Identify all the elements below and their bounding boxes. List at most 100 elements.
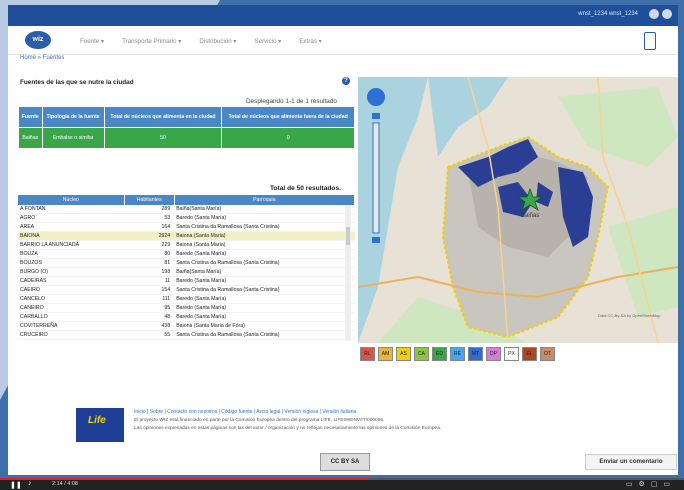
player-controls[interactable]: ▭⚙▢▭ (626, 480, 676, 488)
cell: 111 (124, 294, 175, 304)
username[interactable]: wnst_1234 wnst_1234 (578, 11, 638, 17)
cell: Baiña(Santa María) (174, 267, 355, 277)
table-row[interactable]: CARBALLO 48 Baredo (Santa María) (18, 312, 355, 322)
menu-transporte-primario[interactable]: Transporte Primario ▾ (122, 38, 181, 45)
map-view[interactable]: Baiñas Data CC-By-SA by OpenStreetMap (358, 77, 678, 343)
settings-icon[interactable] (662, 9, 672, 19)
cell: CARBALLO (18, 312, 125, 322)
footer-links[interactable]: Inicio | Sobre | Contacto con nosotros |… (134, 409, 356, 415)
progress-fill[interactable] (0, 478, 370, 480)
legend-button[interactable]: PX (504, 347, 519, 361)
cell: Santa Cristina da Ramallosa (Santa Crist… (174, 330, 355, 340)
legend-buttons: RL AM AS CA ED RE MT DP PX EL OT (360, 347, 555, 361)
mobile-icon[interactable] (644, 32, 656, 50)
table-row[interactable]: AREA 164 Santa Cristina da Ramallosa (Sant… (18, 222, 355, 232)
breadcrumb[interactable]: Home » Fuentes (20, 55, 64, 61)
legend-button[interactable]: MT (468, 347, 483, 361)
table-row[interactable]: BARRIO LA ANUNCIADA 229 Baiona (Santa Marí… (18, 240, 355, 250)
cell: Baredo (Santa María) (174, 312, 355, 322)
results-count: Desplegando 1-1 de 1 resultado (246, 98, 337, 105)
legend-button[interactable]: AS (396, 347, 411, 361)
page-title: Fuentes de las que se nutre la ciudad (20, 79, 134, 86)
table-row[interactable]: BURGO (O) 198 Baiña(Santa María) (18, 267, 355, 277)
legend-button[interactable]: EL (522, 347, 537, 361)
volume-icon[interactable]: ♪ (28, 480, 32, 487)
table-row[interactable]: COVITERREÑA 438 Baiona (Santa María de Fór… (18, 321, 355, 331)
cell: 53 (124, 213, 175, 223)
table-row[interactable]: Baiñas Embalse o similar 50 0 (18, 127, 355, 149)
time-display: 2:14 / 4:08 (52, 481, 78, 487)
cell: 95 (124, 303, 175, 313)
cell: CRUCEIRO (18, 339, 125, 341)
cell: AGRO (18, 213, 125, 223)
nucleos-table: Núcleo Habitantes Parroquia A FONTAN 289 B… (18, 195, 355, 341)
menu-distribucion[interactable]: Distribución ▾ (199, 38, 236, 45)
cell: 0 (221, 127, 355, 149)
footer: Life Inicio | Sobre | Contacto con nosot… (8, 401, 678, 475)
column-header[interactable]: Fuente (18, 106, 43, 128)
menu-servicio[interactable]: Servicio ▾ (255, 38, 282, 45)
cell: 48 (124, 312, 175, 322)
total-results: Total de 50 resultados. (270, 185, 341, 192)
table-row[interactable]: CADEIRAS 11 Baredo (Santa María) (18, 276, 355, 286)
table-row[interactable]: BOUZA 80 Baredo (Santa María) (18, 249, 355, 259)
menu-fuente[interactable]: Fuente ▾ (80, 38, 104, 45)
legend-button[interactable]: CA (414, 347, 429, 361)
cell: CRUCEIRO (18, 330, 125, 340)
table-row[interactable]: BAIONA 2924 Baiona (Santa María) (18, 231, 355, 241)
cell: Santa Cristina da Ramallosa (Santa Crist… (174, 222, 355, 232)
legend-button[interactable]: AM (378, 347, 393, 361)
legend-button[interactable]: RE (450, 347, 465, 361)
table-row[interactable]: AGRO 53 Baredo (Santa María) (18, 213, 355, 223)
cell: COVITERREÑA (18, 321, 125, 331)
cell: 164 (124, 222, 175, 232)
zoom-out-button[interactable] (372, 237, 380, 243)
pause-icon[interactable]: ❚❚ (10, 481, 22, 489)
pan-control[interactable] (367, 88, 385, 106)
cell: 229 (124, 240, 175, 250)
help-icon[interactable]: ? (342, 77, 350, 85)
cell: Baiona (Santa María) (174, 240, 355, 250)
wiz-logo[interactable]: wiz (25, 31, 51, 49)
legend-button[interactable]: ED (432, 347, 447, 361)
column-header[interactable]: Total de núcleos que alimenta en la ciud… (103, 106, 223, 128)
column-header[interactable]: Tipología de la fuente (41, 106, 105, 128)
send-comment-button[interactable]: Enviar un comentario (585, 454, 677, 470)
cc-license-badge[interactable]: CC BY SA (320, 453, 370, 471)
account-icon[interactable] (649, 9, 659, 19)
table-row[interactable]: BOUZOS 81 Santa Cristina da Ramallosa (San… (18, 258, 355, 268)
legend-button[interactable]: RL (360, 347, 375, 361)
legend-button[interactable]: DP (486, 347, 501, 361)
life-logo: Life (88, 415, 106, 426)
sources-table: Fuente Tipología de la fuente Total de n… (18, 106, 355, 149)
cell: 438 (124, 321, 175, 331)
table-row[interactable]: CRUCEIRO 55 Santa Cristina da Ramallosa (S… (18, 330, 355, 340)
map-attribution[interactable]: Data CC-By-SA by OpenStreetMap (598, 313, 661, 318)
column-header[interactable]: Núcleo (18, 195, 125, 205)
cell: 55 (124, 330, 175, 340)
cell: BARRIO LA ANUNCIADA (18, 240, 125, 250)
footer-disclaimer: Las opiniones expresadas en estas página… (134, 426, 442, 431)
table-row[interactable]: CANCELO 111 Baredo (Santa María) (18, 294, 355, 304)
table-scrollbar[interactable] (345, 205, 351, 341)
cell: 80 (124, 249, 175, 259)
table-row[interactable]: CAEIRO 154 Santa Cristina da Ramallosa (Sa… (18, 285, 355, 295)
cell: Baredo (Santa María) (174, 294, 355, 304)
scrollbar-thumb[interactable] (346, 227, 350, 245)
cell: Baiña(Santa María) (174, 339, 355, 341)
column-header[interactable]: Parroquia (174, 195, 355, 205)
column-header[interactable]: Habitantes (124, 195, 175, 205)
table-row[interactable]: A FONTAN 289 Baiña(Santa María) (18, 205, 355, 214)
table-row[interactable]: CANEIRO 95 Baredo (Santa María) (18, 303, 355, 313)
legend-button[interactable]: OT (540, 347, 555, 361)
cell: 50 (103, 127, 223, 149)
cell: BURGO (O) (18, 267, 125, 277)
table-row[interactable]: CRUCEIRO158Baiña(Santa María) (18, 339, 355, 341)
menu-extras[interactable]: Extras ▾ (299, 38, 321, 45)
column-header[interactable]: Total de núcleos que alimenta fuera de l… (221, 106, 355, 128)
map-place-label: Baiñas (521, 213, 539, 219)
cell: Baredo (Santa María) (174, 276, 355, 286)
cell: Baredo (Santa María) (174, 249, 355, 259)
zoom-in-button[interactable] (372, 113, 380, 119)
zoom-slider[interactable] (372, 122, 380, 234)
